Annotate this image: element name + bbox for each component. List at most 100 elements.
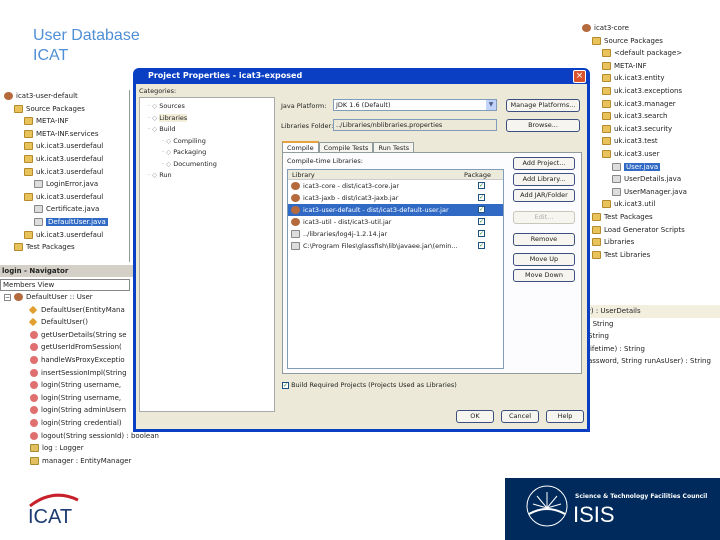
constructor-icon [28,305,38,314]
package-checkbox[interactable]: ✓ [478,242,485,249]
package-checkbox[interactable]: ✓ [478,230,485,237]
stfc-text: Science & Technology Facilities Council [575,493,708,500]
method-icon [30,343,38,352]
edit-button[interactable]: Edit... [513,211,575,224]
isis-sunburst-icon [526,485,568,527]
tree-item[interactable]: uk.icat3.util [578,198,720,211]
tree-item[interactable]: LoginError.java [0,178,129,191]
package-checkbox[interactable]: ✓ [478,194,485,201]
close-icon[interactable]: × [573,70,586,83]
tree-item[interactable]: uk.icat3.test [578,135,720,148]
java-file-icon [34,180,43,189]
navigator-member[interactable]: log : Logger [0,442,175,455]
remove-button[interactable]: Remove [513,233,575,246]
category-item[interactable]: · ◇ Build [140,124,274,136]
cancel-button[interactable]: Cancel [501,410,539,423]
library-row[interactable]: icat3-util - dist/icat3-util.jar ✓ [288,216,503,228]
tree-item[interactable]: icat3-core [578,22,720,35]
tree-item[interactable]: Load Generator Scripts [578,224,720,237]
tree-item[interactable]: META-INF.services [0,128,129,141]
java-platform-select[interactable]: JDK 1.6 (Default) ▼ [333,99,497,111]
node-icon: · ◇ [162,136,174,145]
node-icon: · ◇ [148,102,160,110]
folder-icon [592,225,601,234]
tree-item[interactable]: uk.icat3.userdefaul [0,140,129,153]
tree-item[interactable]: uk.icat3.search [578,110,720,123]
method-icon [30,418,38,427]
tree-item[interactable]: UserDetails.java [578,173,720,186]
help-button[interactable]: Help [546,410,584,423]
tree-item[interactable]: UserManager.java [578,186,720,199]
tree-item[interactable]: User.java [578,161,720,174]
tree-item[interactable]: uk.icat3.security [578,123,720,136]
category-item[interactable]: · ◇ Libraries [140,113,274,125]
tree-item[interactable]: icat3-user-default [0,90,129,103]
tree-item[interactable]: META-INF [578,60,720,73]
tree-item[interactable]: Certificate.java [0,203,129,216]
move-up-button[interactable]: Move Up [513,253,575,266]
tree-item[interactable]: META-INF [0,115,129,128]
class-icon [14,293,23,301]
member-signature: : String [588,319,614,328]
tree-item[interactable]: uk.icat3.entity [578,72,720,85]
navigator-member[interactable]: manager : EntityManager [0,455,175,468]
member-signature: r) : UserDetails [588,305,720,318]
tree-item[interactable]: Source Packages [578,35,720,48]
package-checkbox[interactable]: ✓ [478,218,485,225]
package-checkbox[interactable]: ✓ [478,182,485,189]
jar-icon [291,230,300,238]
tree-item[interactable]: uk.icat3.exceptions [578,85,720,98]
tree-item[interactable]: <default package> [578,47,720,60]
manage-platforms-button[interactable]: Manage Platforms... [506,99,580,112]
tree-item[interactable]: uk.icat3.userdefaul [0,229,129,242]
package-icon [602,74,611,83]
library-row[interactable]: ../libraries/log4j-1.2.14.jar ✓ [288,228,503,240]
chevron-down-icon[interactable]: ▼ [486,100,496,110]
tree-item[interactable]: uk.icat3.user [578,148,720,161]
col-library[interactable]: Library [288,171,315,179]
library-row[interactable]: icat3-core - dist/icat3-core.jar ✓ [288,180,503,192]
tree-item[interactable]: uk.icat3.manager [578,98,720,111]
category-item[interactable]: · ◇ Sources [140,101,274,113]
tree-item[interactable]: Test Libraries [578,249,720,262]
project-icon [291,182,300,190]
package-checkbox[interactable]: ✓ [478,206,485,213]
col-package[interactable]: Package [464,170,491,180]
method-icon [30,406,38,415]
add-project-button[interactable]: Add Project... [513,157,575,170]
library-row[interactable]: icat3-user-default - dist/icat3-default-… [288,204,503,216]
package-icon [602,200,611,209]
ok-button[interactable]: OK [456,410,494,423]
package-icon [24,192,33,201]
libraries-folder-field[interactable]: ../Libraries/nblibraries.properties [333,119,497,131]
java-file-icon [612,162,621,171]
project-icon [291,194,300,202]
add-library-button[interactable]: Add Library... [513,173,575,186]
members-view-select[interactable]: Members View [0,279,130,291]
tree-item[interactable]: Libraries [578,236,720,249]
tree-item[interactable]: Test Packages [578,211,720,224]
tree-item[interactable]: Test Packages [0,241,129,254]
collapse-icon[interactable]: − [4,293,11,301]
category-item[interactable]: · ◇ Packaging [140,147,274,159]
category-item[interactable]: · ◇ Run [140,170,274,182]
browse-button[interactable]: Browse... [506,119,580,132]
folder-icon [592,36,601,45]
method-icon [30,431,38,440]
tree-item[interactable]: uk.icat3.userdefaul [0,166,129,179]
build-required-checkbox[interactable]: ✓ Build Required Projects (Projects Used… [282,381,457,389]
package-icon [602,61,611,70]
node-icon: · ◇ [148,171,160,179]
tree-item[interactable]: Source Packages [0,103,129,116]
right-members: r) : UserDetails: String String lifetime) … [588,305,720,368]
tree-item[interactable]: uk.icat3.userdefaul [0,153,129,166]
folder-icon [592,212,601,221]
tree-item[interactable]: uk.icat3.userdefaul [0,191,129,204]
library-row[interactable]: C:\Program Files\glassfish\lib\javaee.ja… [288,240,503,252]
category-item[interactable]: · ◇ Documenting [140,159,274,171]
category-item[interactable]: · ◇ Compiling [140,136,274,148]
library-row[interactable]: icat3-jaxb - dist/icat3-jaxb.jar ✓ [288,192,503,204]
tree-item[interactable]: DefaultUser.java [0,216,129,229]
add-jar-folder-button[interactable]: Add JAR/Folder [513,189,575,202]
move-down-button[interactable]: Move Down [513,269,575,282]
